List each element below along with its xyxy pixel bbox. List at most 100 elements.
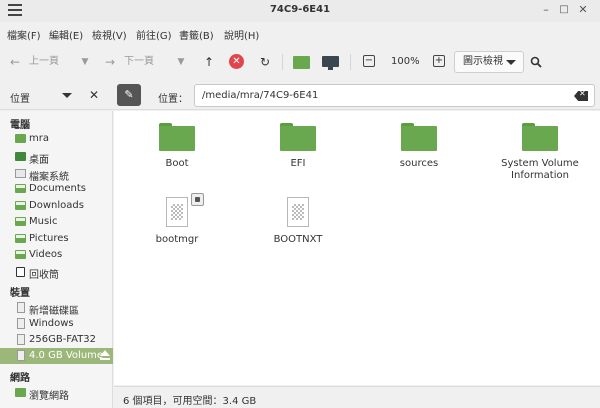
sidebar-header: 位置 ✕: [0, 81, 113, 110]
back-button[interactable]: 上一頁: [29, 53, 59, 71]
view-mode-label: 圖示檢視: [463, 56, 503, 67]
location-path: /media/mra/74C9-6E41: [202, 90, 319, 101]
menu-go[interactable]: 前往(G): [136, 27, 172, 42]
file-name: bootmgr: [155, 234, 199, 245]
folder-icon: [401, 123, 437, 151]
lock-icon: [191, 193, 204, 206]
sidebar-section-devices: 裝置: [10, 288, 30, 299]
menu-edit[interactable]: 編輯(E): [49, 27, 83, 42]
folder-item[interactable]: sources: [364, 123, 474, 170]
close-sidebar-icon[interactable]: ✕: [89, 88, 99, 102]
sidebar-item-label: 256GB-FAT32: [29, 334, 97, 345]
zoom-out-icon[interactable]: −: [363, 55, 375, 67]
music-folder-icon: [15, 217, 26, 226]
toolbar-separator: [350, 54, 351, 70]
file-icon: [166, 193, 204, 227]
sidebar-item-videos[interactable]: Videos: [0, 247, 113, 263]
filesystem-icon: [15, 169, 26, 178]
sidebar-item-desktop[interactable]: 桌面: [0, 149, 113, 166]
open-folder-icon[interactable]: [292, 53, 310, 71]
sidebar-item-trash[interactable]: 回收筒: [0, 264, 113, 281]
sidebar-item-music[interactable]: Music: [0, 214, 113, 230]
folder-item[interactable]: Boot: [122, 123, 232, 170]
zoom-level: 100%: [391, 56, 420, 67]
minimize-button[interactable]: –: [540, 4, 552, 16]
toolbar: ← 上一頁 ▼ → 下一頁 ▼ ↑ ✕ ↻ − 100% + 圖示檢視: [0, 44, 600, 80]
videos-folder-icon: [15, 250, 26, 259]
chevron-down-icon: [506, 60, 516, 65]
sidebar-item-browse-network[interactable]: 瀏覽網路: [0, 385, 113, 402]
search-icon[interactable]: [527, 53, 545, 71]
sidebar-item-pictures[interactable]: Pictures: [0, 231, 113, 247]
file-item[interactable]: BOOTNXT: [243, 197, 353, 246]
reload-icon[interactable]: ↻: [256, 53, 274, 71]
menu-bookmarks[interactable]: 書籤(B): [179, 27, 214, 42]
file-name: System Volume Information: [501, 158, 579, 181]
close-button[interactable]: ✕: [577, 4, 589, 16]
sidebar: 電腦 mra 桌面 檔案系統 Documents Downloads Music…: [0, 111, 113, 408]
sidebar-section-network: 網路: [10, 373, 30, 384]
sidebar-item-new-volume[interactable]: 新增磁碟區: [0, 300, 113, 317]
documents-folder-icon: [15, 184, 26, 193]
sidebar-item-label: Videos: [29, 249, 63, 260]
home-folder-icon: [15, 134, 26, 143]
folder-item[interactable]: System Volume Information: [485, 123, 595, 182]
menu-file[interactable]: 檔案(F): [7, 27, 41, 42]
sidebar-item-label: Pictures: [29, 233, 69, 244]
stop-icon[interactable]: ✕: [229, 54, 244, 69]
sidebar-item-downloads[interactable]: Downloads: [0, 198, 113, 214]
desktop-icon: [15, 152, 26, 161]
sidebar-item-4gb-volume[interactable]: 4.0 GB Volume: [0, 348, 113, 364]
chevron-down-icon[interactable]: [62, 93, 72, 98]
location-input[interactable]: /media/mra/74C9-6E41: [194, 84, 595, 107]
folder-icon: [522, 123, 558, 151]
pencil-icon[interactable]: ✎: [117, 84, 141, 106]
sidebar-item-label: 桌面: [29, 155, 49, 166]
sidebar-item-label: mra: [29, 133, 49, 144]
menu-bar: 檔案(F) 編輯(E) 檢視(V) 前往(G) 書籤(B) 說明(H): [0, 24, 600, 42]
title-bar: 74C9-6E41 – □ ✕: [0, 0, 600, 22]
sidebar-item-label: Music: [29, 216, 58, 227]
forward-arrow-icon[interactable]: →: [101, 53, 119, 71]
maximize-button[interactable]: □: [558, 4, 570, 16]
file-manager-window: 74C9-6E41 – □ ✕ 檔案(F) 編輯(E) 檢視(V) 前往(G) …: [0, 0, 600, 408]
view-mode-select[interactable]: 圖示檢視: [454, 51, 524, 73]
toolbar-separator: [282, 54, 283, 70]
file-item[interactable]: bootmgr: [122, 193, 232, 246]
forward-button[interactable]: 下一頁: [124, 53, 154, 71]
file-name: BOOTNXT: [273, 234, 323, 245]
window-title: 74C9-6E41: [269, 4, 331, 15]
sidebar-item-label: 4.0 GB Volume: [29, 350, 104, 361]
clear-text-icon[interactable]: [574, 91, 588, 101]
folder-icon: [159, 123, 195, 151]
sidebar-item-filesystem[interactable]: 檔案系統: [0, 166, 113, 183]
zoom-in-icon[interactable]: +: [433, 55, 445, 67]
sidebar-item-label: Downloads: [29, 200, 84, 211]
sidebar-item-label: Documents: [29, 183, 87, 194]
sidebar-item-windows[interactable]: Windows: [0, 316, 113, 332]
drive-icon: [17, 318, 25, 329]
sidebar-item-mra[interactable]: mra: [0, 131, 113, 147]
file-icon: [287, 197, 309, 227]
drive-icon: [17, 302, 25, 313]
file-name: EFI: [290, 158, 306, 169]
eject-icon[interactable]: [100, 350, 110, 360]
sidebar-item-label: 新增磁碟區: [29, 306, 79, 317]
back-history-dropdown-icon[interactable]: ▼: [76, 53, 94, 71]
folder-item[interactable]: EFI: [243, 123, 353, 170]
sidebar-item-documents[interactable]: Documents: [0, 181, 113, 197]
status-text: 6 個項目，可用空間：3.4 GB: [123, 396, 257, 407]
menu-view[interactable]: 檢視(V): [92, 27, 127, 42]
terminal-icon[interactable]: [321, 53, 339, 71]
sidebar-item-256gb-fat32[interactable]: 256GB-FAT32: [0, 332, 113, 348]
back-arrow-icon[interactable]: ←: [6, 53, 24, 71]
menu-help[interactable]: 說明(H): [224, 27, 259, 42]
pictures-folder-icon: [15, 234, 26, 243]
drive-icon: [17, 334, 25, 345]
sidebar-section-computer: 電腦: [10, 120, 30, 131]
location-bar: ✎ 位置： /media/mra/74C9-6E41: [113, 81, 600, 110]
up-arrow-icon[interactable]: ↑: [200, 53, 218, 71]
location-label: 位置：: [158, 94, 188, 105]
sidebar-mode-label[interactable]: 位置: [10, 90, 30, 105]
forward-history-dropdown-icon[interactable]: ▼: [172, 53, 190, 71]
